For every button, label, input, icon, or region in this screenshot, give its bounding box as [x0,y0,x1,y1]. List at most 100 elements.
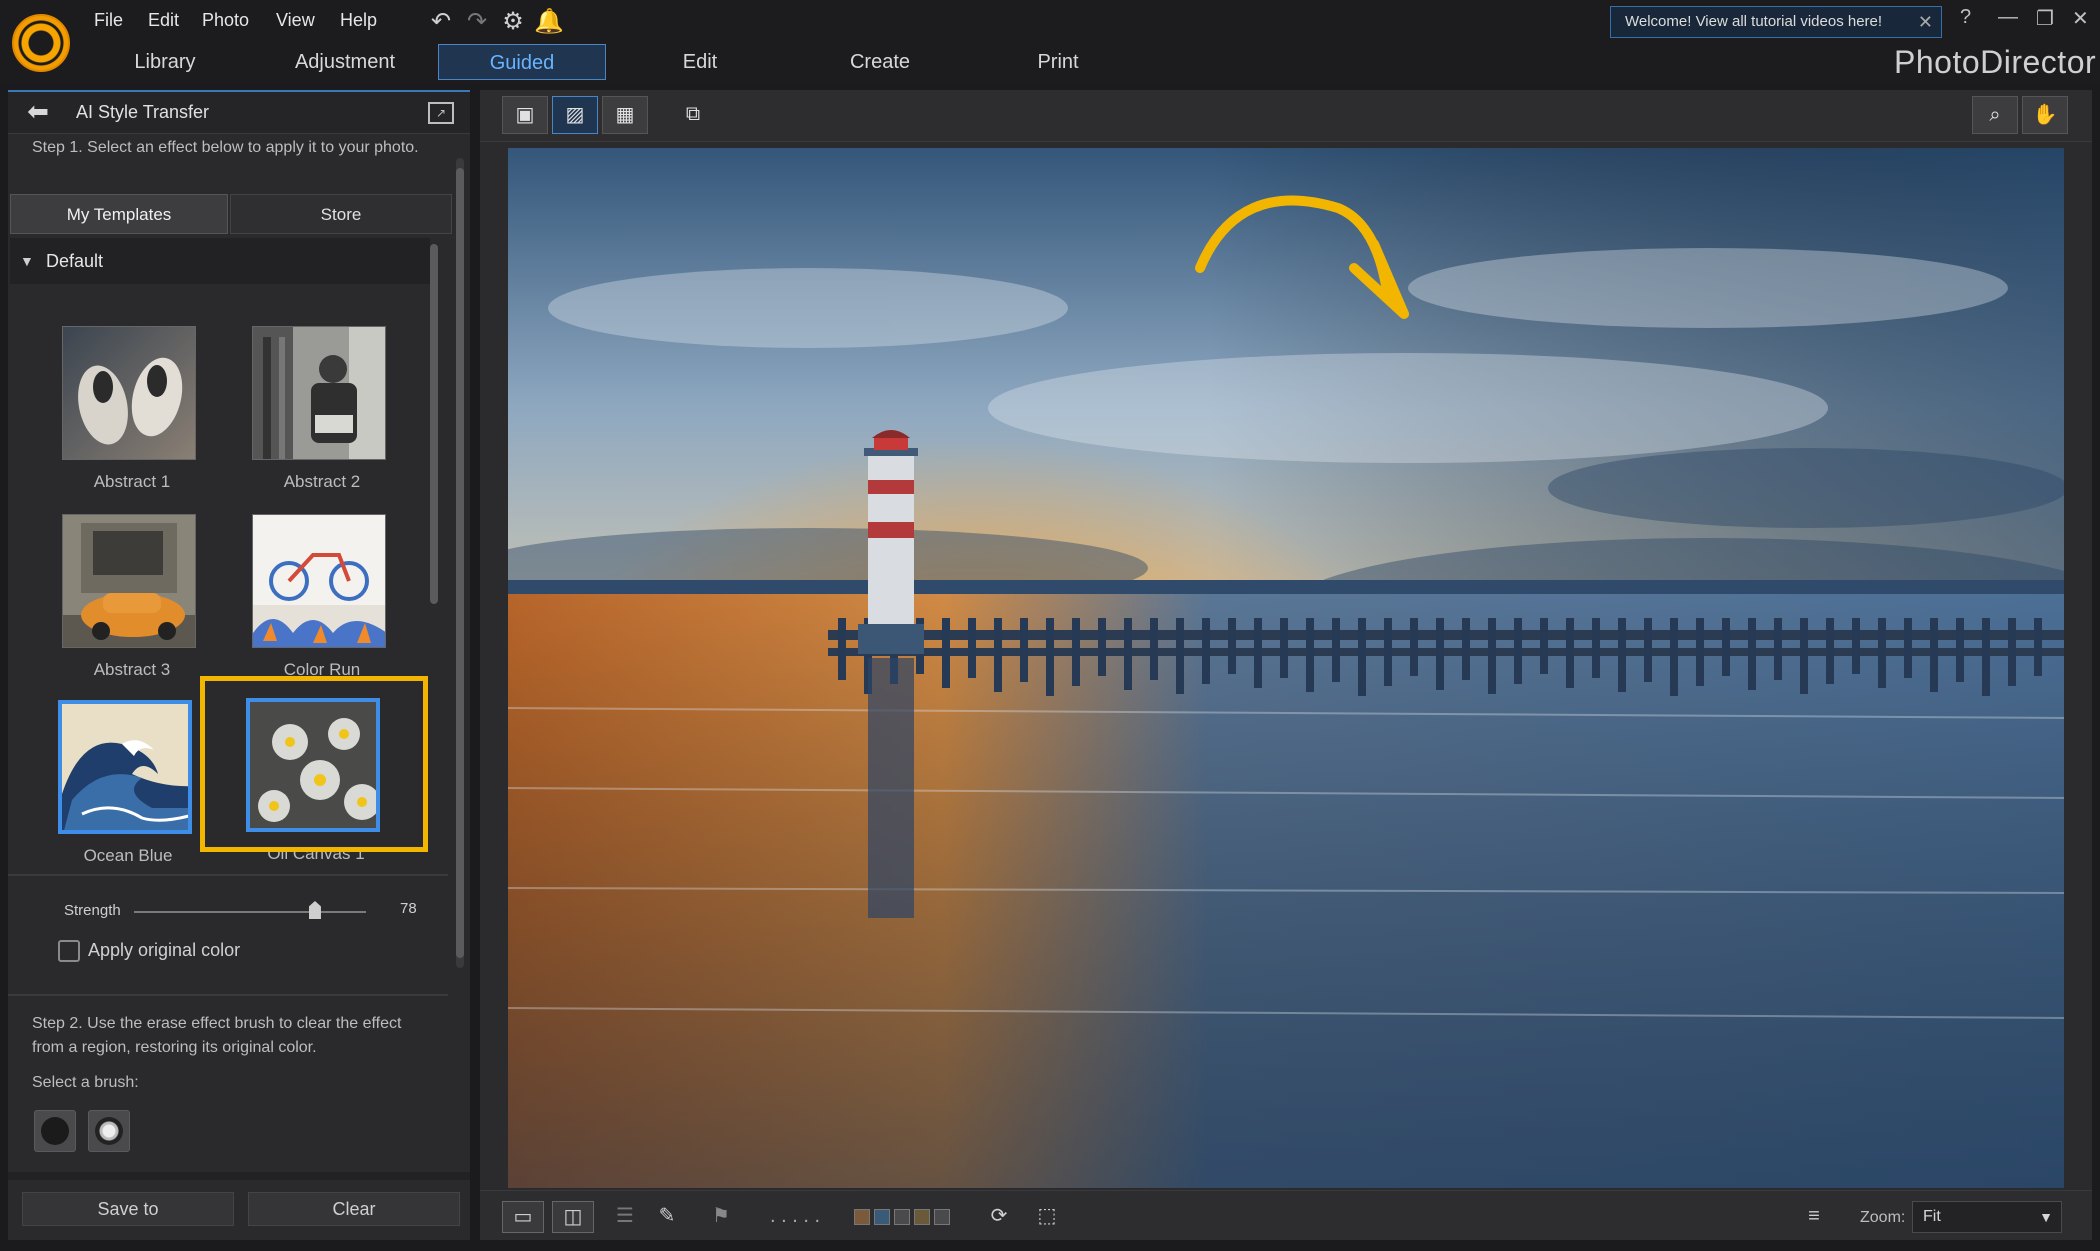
pier-post [994,618,1002,692]
strength-label: Strength [64,902,121,919]
panel-header: ⬅ AI Style Transfer ↗ [8,92,470,134]
pier-post [1930,618,1938,692]
select-brush-label: Select a brush: [32,1074,139,1091]
pier-post [1878,618,1886,688]
pier-post [1436,618,1444,690]
category-default[interactable]: ▼ Default [10,238,430,284]
compare-view-icon[interactable]: ⧉ [670,96,716,134]
tab-print[interactable]: Print [1014,44,1102,80]
view-options-icon[interactable]: ≡ [1796,1201,1832,1233]
menu-photo[interactable]: Photo [202,10,249,31]
panel-scrollbar[interactable] [456,158,464,968]
minimize-icon[interactable]: — [1998,6,2018,29]
notification-icon[interactable]: 🔔 [534,8,564,36]
edit-pen-icon[interactable]: ✎ [652,1201,682,1233]
pier-post [1800,618,1808,694]
pier-post [2008,618,2016,686]
template-label: Ocean Blue [83,846,173,865]
color-label-olive[interactable] [914,1209,930,1225]
hand-tool-icon[interactable]: ✋ [2022,96,2068,134]
undo-icon[interactable]: ↶ [426,8,456,36]
close-icon[interactable]: ✕ [1918,7,1933,37]
strength-slider-handle[interactable] [308,901,321,919]
menu-edit[interactable]: Edit [148,10,179,31]
app-logo[interactable] [12,14,70,72]
clear-button[interactable]: Clear [248,1192,460,1226]
photo-viewer: ▣ ▨ ▦ ⧉ ⌕ ✋ ▭ ◫ ☰ ✎ ⚑ . . . . . ⟳ ⬚ ≡ Zo… [480,90,2092,1240]
pier-post [1514,618,1522,684]
tab-create[interactable]: Create [830,44,930,80]
template-abstract-1[interactable]: Abstract 1 [56,326,196,512]
settings-icon[interactable]: ⚙ [498,8,528,36]
brush-hard-button[interactable] [34,1110,76,1152]
grid-view-icon[interactable]: ▦ [602,96,648,134]
pier-post [1722,618,1730,676]
menu-file[interactable]: File [94,10,123,31]
magnifier-icon[interactable]: ⌕ [1972,96,2018,134]
template-abstract-3[interactable]: Abstract 3 [56,514,196,700]
tab-my-templates[interactable]: My Templates [10,194,228,234]
panel-title: AI Style Transfer [76,102,210,122]
category-label: Default [46,251,104,271]
template-color-run[interactable]: Color Run [246,514,386,700]
detach-panel-icon[interactable]: ↗ [428,102,454,124]
strength-slider[interactable] [134,911,366,913]
pier-post [1046,618,1054,696]
menu-help[interactable]: Help [340,10,377,31]
rotate-list-icon[interactable]: ☰ [610,1201,640,1233]
zoom-label: Zoom: [1860,1209,1906,1226]
styled-photo [508,148,2064,1188]
divider [8,874,448,876]
hard-brush-icon [41,1117,69,1145]
rating-dots[interactable]: . . . . . [750,1201,840,1233]
photo-canvas[interactable] [508,148,2064,1188]
apply-original-color-label[interactable]: Apply original color [88,940,240,961]
color-label-blue[interactable] [874,1209,890,1225]
pier-post [1566,618,1574,688]
rotate-icon[interactable]: ⟳ [984,1201,1014,1233]
maximize-icon[interactable]: ❐ [2036,6,2054,31]
save-to-button[interactable]: Save to [22,1192,234,1226]
tab-store[interactable]: Store [230,194,452,234]
template-scrollbar[interactable] [430,244,438,604]
divider [8,1172,470,1180]
redo-icon[interactable]: ↷ [462,8,492,36]
before-after-view-icon[interactable]: ▣ [502,96,548,134]
pier-post [1982,618,1990,696]
single-view-icon[interactable]: ▨ [552,96,598,134]
title-bar: File Edit Photo View Help ↶ ↷ ⚙ 🔔 Librar… [0,0,2100,86]
crop-select-icon[interactable]: ⬚ [1032,1201,1062,1233]
template-ocean-blue[interactable]: Ocean Blue [52,700,192,886]
annotation-highlight-box [200,676,428,852]
pier-post [1410,618,1418,676]
pier-post [968,618,976,678]
menu-view[interactable]: View [276,10,315,31]
brush-soft-button[interactable] [88,1110,130,1152]
template-abstract-2[interactable]: Abstract 2 [246,326,386,512]
pier-post [1358,618,1366,696]
tab-edit[interactable]: Edit [660,44,740,80]
pier-post [1254,618,1262,688]
back-arrow-icon[interactable]: ⬅ [20,98,56,126]
tab-adjustment[interactable]: Adjustment [272,44,418,80]
chevron-down-icon: ▼ [2039,1209,2053,1225]
collapse-triangle-icon: ▼ [20,253,34,269]
apply-original-color-checkbox[interactable] [58,940,80,962]
help-icon[interactable]: ? [1960,6,1971,29]
color-label-gray[interactable] [894,1209,910,1225]
pier-post [1826,618,1834,684]
pier-post [1748,618,1756,690]
single-photo-view-icon[interactable]: ▭ [502,1201,544,1233]
color-label-dark[interactable] [934,1209,950,1225]
tab-library[interactable]: Library [112,44,218,80]
close-window-icon[interactable]: ✕ [2072,6,2089,31]
welcome-tooltip[interactable]: Welcome! View all tutorial videos here! … [1610,6,1942,38]
side-by-side-view-icon[interactable]: ◫ [552,1201,594,1233]
flag-icon[interactable]: ⚑ [706,1201,736,1233]
zoom-dropdown[interactable]: Fit ▼ [1912,1201,2062,1233]
color-label-brown[interactable] [854,1209,870,1225]
template-label: Abstract 1 [93,472,171,491]
step2-instructions: Step 2. Use the erase effect brush to cl… [32,1015,402,1056]
tab-guided[interactable]: Guided [438,44,606,80]
pier-post [1332,618,1340,682]
